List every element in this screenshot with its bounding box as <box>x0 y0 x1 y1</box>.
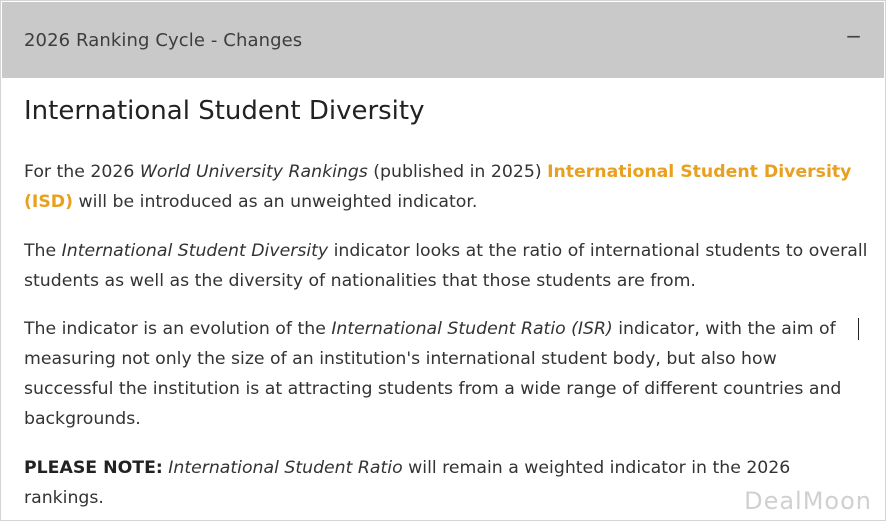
p1-italic: World University Rankings <box>139 162 368 182</box>
p1-text-a: For the 2026 <box>24 162 140 182</box>
p1-text-c: (published in 2025) <box>367 162 548 182</box>
paragraph-note: PLEASE NOTE: International Student Ratio… <box>24 453 869 513</box>
section-title: International Student Diversity <box>24 96 425 126</box>
watermark-logo: DealMoon <box>744 487 872 515</box>
p3-italic: International Student Ratio (ISR) <box>331 319 613 339</box>
accordion-header[interactable]: 2026 Ranking Cycle - Changes − <box>2 2 884 78</box>
p2-text-a: The <box>24 241 62 261</box>
accordion-title[interactable]: 2026 Ranking Cycle - Changes <box>24 30 302 51</box>
p1-text-e: will be introduced as an unweighted indi… <box>73 192 478 212</box>
collapse-icon[interactable]: − <box>845 26 862 46</box>
accordion-content: International Student Diversity For the … <box>24 92 869 508</box>
p2-italic: International Student Diversity <box>61 241 329 261</box>
paragraph-intro: For the 2026 World University Rankings (… <box>24 157 869 217</box>
note-label: PLEASE NOTE: <box>24 458 163 478</box>
p4-italic: International Student Ratio <box>162 458 403 478</box>
p3-text-a: The indicator is an evolution of the <box>24 319 332 339</box>
paragraph-definition: The International Student Diversity indi… <box>24 236 869 296</box>
paragraph-evolution: The indicator is an evolution of the Int… <box>24 314 864 434</box>
text-cursor <box>858 318 859 340</box>
